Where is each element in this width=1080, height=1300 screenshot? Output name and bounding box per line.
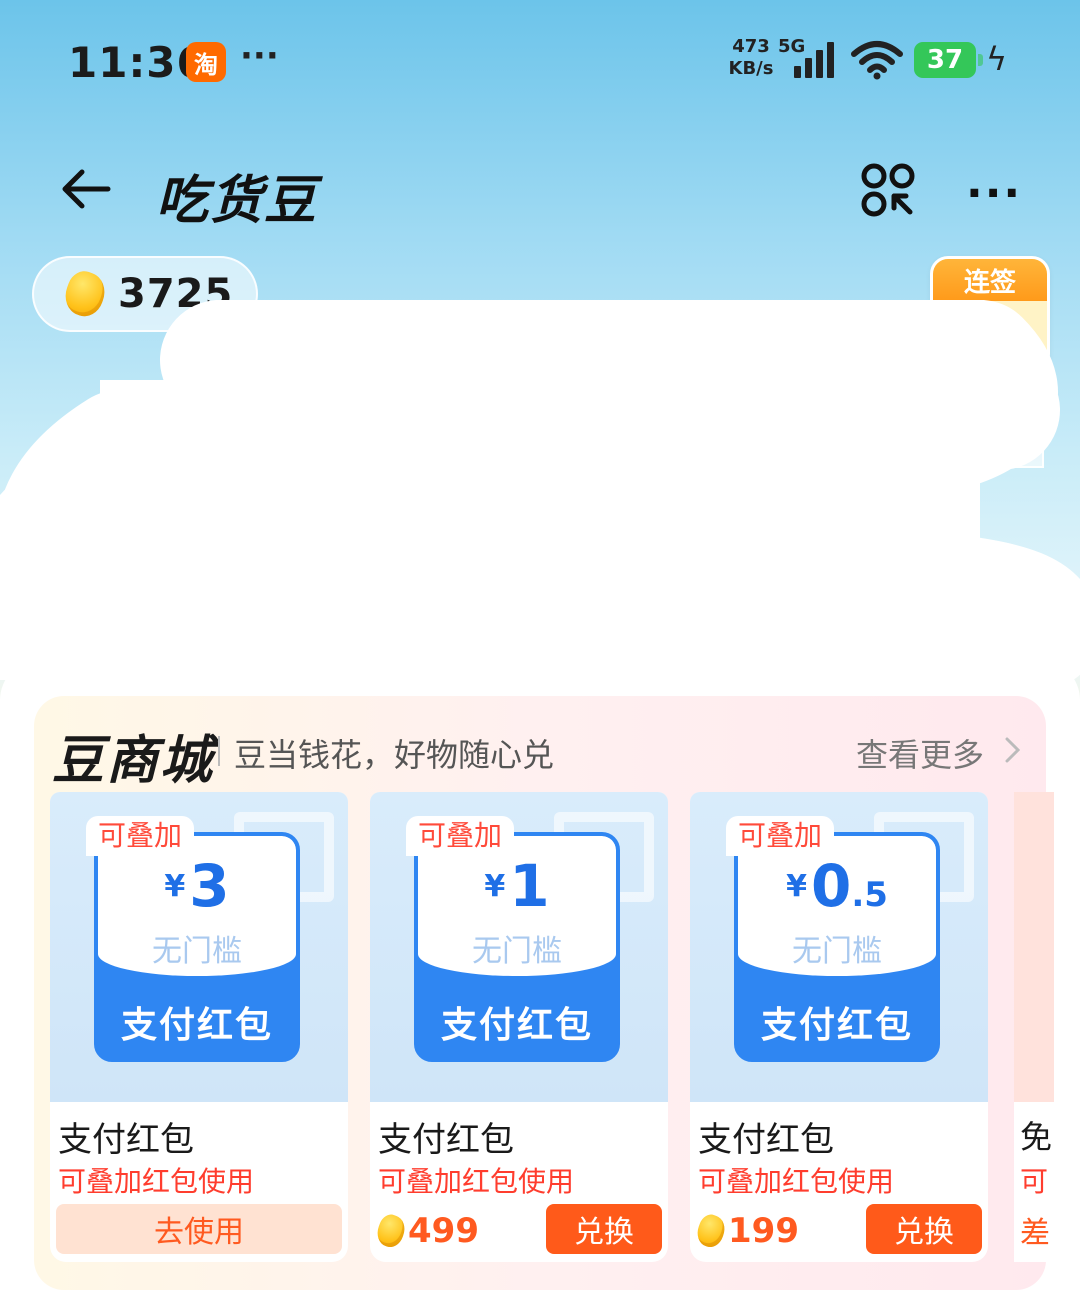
product-card[interactable]: ¥0.5 无门槛 支付红包 可叠加 支付红包 可叠加红包使用 199 兑换	[690, 792, 988, 1262]
back-arrow-icon[interactable]	[58, 164, 114, 214]
coupon-graphic: ¥0.5 无门槛 支付红包	[734, 832, 940, 1062]
product-title: 支付红包	[378, 1120, 514, 1160]
bean-price-value: 499	[408, 1211, 479, 1251]
product-list: ¥3 无门槛 支付红包 可叠加 支付红包 可叠加红包使用 去使用 ¥1 无门槛 …	[50, 792, 1054, 1272]
coupon-name: 支付红包	[120, 1005, 273, 1046]
exchange-button[interactable]: 兑换	[866, 1204, 982, 1254]
bean-mall-panel: 豆商城 豆当钱花，好物随心兑 查看更多 ¥3 无门槛 支付红包 可叠加 支付红包…	[34, 696, 1054, 1290]
product-title: 支付红包	[58, 1120, 194, 1160]
coupon-condition: 无门槛	[152, 934, 242, 969]
status-more-icon: ···	[240, 36, 279, 76]
use-button[interactable]: 去使用	[56, 1204, 342, 1254]
coupon-condition: 无门槛	[472, 934, 562, 969]
streak-label: 连签	[933, 259, 1047, 301]
chevron-right-icon[interactable]	[1004, 736, 1022, 764]
network-speed: 473 KB/s	[728, 36, 774, 79]
product-price: 差	[1020, 1216, 1050, 1251]
product-card[interactable]: ¥1 无门槛 支付红包 可叠加 支付红包 可叠加红包使用 499 兑换	[370, 792, 668, 1262]
product-subtitle: 可	[1020, 1165, 1049, 1198]
product-image: ¥0.5 无门槛 支付红包 可叠加	[690, 792, 988, 1102]
coupon-value: ¥1	[484, 852, 550, 920]
bean-icon	[373, 1211, 409, 1251]
more-options-icon[interactable]: ···	[966, 168, 1022, 219]
coupon-value: ¥3	[164, 852, 230, 920]
bean-icon	[693, 1211, 729, 1251]
bean-price-value: 199	[728, 1211, 799, 1251]
coupon-name: 支付红包	[760, 1005, 913, 1046]
divider	[218, 736, 220, 766]
product-subtitle: 可叠加红包使用	[58, 1165, 255, 1198]
taobao-notification-icon: 淘	[186, 42, 226, 82]
see-more-link[interactable]: 查看更多	[856, 730, 984, 776]
nav-bar: 吃货豆 ···	[0, 150, 1080, 231]
wifi-icon	[851, 41, 903, 80]
product-card[interactable]: ¥3 无门槛 支付红包 可叠加 支付红包 可叠加红包使用 去使用	[50, 792, 348, 1262]
product-image: ¥1 无门槛 支付红包 可叠加	[370, 792, 668, 1102]
exchange-button[interactable]: 兑换	[546, 1204, 662, 1254]
bean-mall-header: 豆商城 豆当钱花，好物随心兑 查看更多	[34, 696, 1046, 796]
bean-mall-title: 豆商城	[52, 731, 215, 791]
coupon-condition: 无门槛	[792, 934, 882, 969]
product-card-partial[interactable]: 免 可 差	[1014, 792, 1054, 1262]
product-title: 免	[1020, 1118, 1053, 1156]
stackable-tag: 可叠加	[406, 816, 515, 856]
charging-icon: ϟ	[986, 40, 1008, 78]
product-image	[1014, 792, 1054, 1102]
product-subtitle: 可叠加红包使用	[698, 1165, 895, 1198]
coupon-name: 支付红包	[440, 1005, 593, 1046]
bean-price: 499	[373, 1208, 479, 1254]
stackable-tag: 可叠加	[726, 816, 835, 856]
coupon-graphic: ¥3 无门槛 支付红包	[94, 832, 300, 1062]
product-title: 支付红包	[698, 1120, 834, 1160]
scan-code-icon[interactable]	[860, 162, 916, 218]
product-image: ¥3 无门槛 支付红包 可叠加	[50, 792, 348, 1102]
status-bar: 11:36 淘 ··· 473 KB/s 5G 37 ϟ	[0, 0, 1080, 120]
bean-mall-subtitle: 豆当钱花，好物随心兑	[234, 736, 555, 774]
coupon-value: ¥0.5	[786, 852, 888, 920]
stackable-tag: 可叠加	[86, 816, 195, 856]
signal-icon	[794, 40, 842, 78]
product-subtitle: 可叠加红包使用	[378, 1165, 575, 1198]
redacted-scribble	[0, 300, 1080, 680]
coupon-graphic: ¥1 无门槛 支付红包	[414, 832, 620, 1062]
bean-mall-section: 豆商城 豆当钱花，好物随心兑 查看更多 ¥3 无门槛 支付红包 可叠加 支付红包…	[0, 660, 1080, 1300]
battery-icon: 37	[914, 42, 983, 78]
bean-price: 199	[693, 1208, 799, 1254]
page-title: 吃货豆	[156, 171, 319, 231]
